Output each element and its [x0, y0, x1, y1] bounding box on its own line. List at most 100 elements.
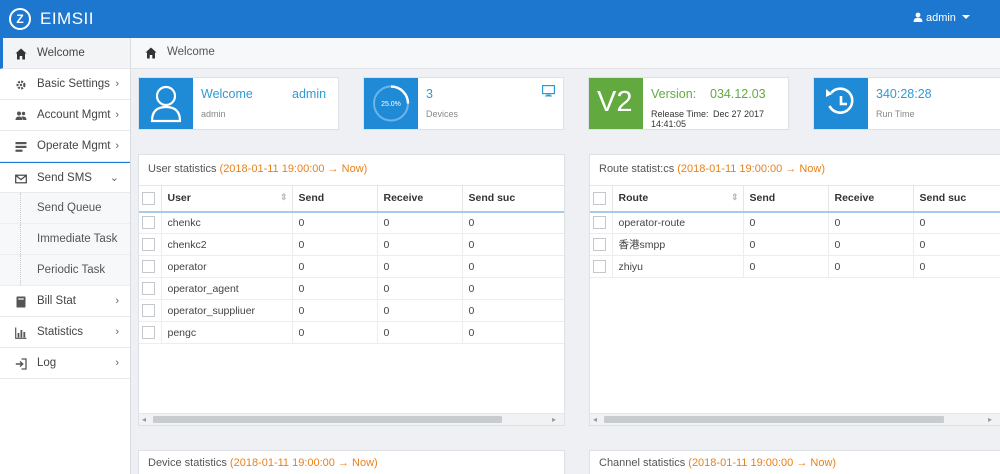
top-bar: Z EIMSII admin: [0, 0, 1000, 38]
select-all-checkbox[interactable]: [139, 185, 161, 213]
scroll-right-icon[interactable]: ▸: [988, 414, 992, 425]
sidebar-item-welcome[interactable]: Welcome: [0, 38, 130, 69]
sidebar-item-log[interactable]: Log ›: [0, 348, 130, 379]
sidebar-item-operate-mgmt[interactable]: Operate Mgmt ›: [0, 131, 130, 162]
sidebar: Welcome Basic Settings › Account Mgmt › …: [0, 38, 131, 474]
table-cell: 0: [827, 255, 913, 278]
table-cell: 0: [742, 233, 828, 256]
table-cell: operator_agent: [160, 277, 292, 300]
table-cell: 0: [376, 321, 462, 344]
row-checkbox[interactable]: [590, 233, 612, 256]
horizontal-scrollbar[interactable]: ◂ ▸: [139, 413, 564, 425]
column-header-receive[interactable]: Receive: [376, 185, 462, 213]
signin-icon: [15, 358, 27, 370]
runtime-label: Run Time: [876, 109, 915, 119]
chevron-right-icon: ›: [115, 295, 119, 307]
users-icon: [15, 111, 27, 120]
row-checkbox[interactable]: [139, 321, 161, 344]
gear-icon: [16, 80, 26, 90]
home-icon[interactable]: [145, 47, 157, 59]
table-cell: chenkc: [160, 211, 292, 234]
table-cell: 0: [291, 299, 377, 322]
scroll-left-icon[interactable]: ◂: [593, 414, 597, 425]
panel-title: Device statistics (2018-01-11 19:00:00 →…: [139, 449, 378, 474]
row-checkbox[interactable]: [139, 277, 161, 300]
table-row[interactable]: operator 0 0 0: [139, 255, 564, 278]
row-checkbox[interactable]: [139, 211, 161, 234]
sidebar-item-statistics[interactable]: Statistics ›: [0, 317, 130, 348]
user-avatar-icon: [139, 78, 193, 129]
sort-icon: ⇕: [730, 192, 739, 203]
user-statistics-table: User ⇕ Send Receive Send suc chenkc 0 0 0 che…: [139, 185, 564, 344]
welcome-card: Welcome admin admin: [138, 77, 339, 130]
sidebar-item-basic-settings[interactable]: Basic Settings ›: [0, 69, 130, 100]
column-header-receive[interactable]: Receive: [827, 185, 913, 213]
column-header-route[interactable]: Route ⇕: [611, 185, 743, 213]
row-checkbox[interactable]: [139, 255, 161, 278]
sidebar-item-bill-stat[interactable]: Bill Stat ›: [0, 286, 130, 317]
scrollbar-thumb[interactable]: [153, 416, 502, 423]
version-badge-text: V2: [597, 86, 633, 118]
table-cell: 0: [291, 233, 377, 256]
monitor-icon[interactable]: [542, 85, 555, 97]
devices-card: 25.0% 3 Devices: [363, 77, 564, 130]
select-all-checkbox[interactable]: [590, 185, 612, 213]
table-cell: 0: [376, 255, 462, 278]
table-row[interactable]: operator-route 0 0 0: [590, 211, 1000, 234]
scroll-right-icon[interactable]: ▸: [552, 414, 556, 425]
sidebar-subitem-send-queue[interactable]: Send Queue: [0, 193, 130, 224]
chevron-down-icon: ⌄: [109, 172, 119, 184]
user-menu[interactable]: admin: [913, 12, 970, 24]
release-time-label: Release Time:: [651, 109, 709, 119]
user-icon: [913, 12, 923, 22]
table-cell: 0: [912, 211, 1000, 234]
table-row[interactable]: chenkc 0 0 0: [139, 211, 564, 234]
table-cell: 0: [742, 255, 828, 278]
table-header-row: Route ⇕ Send Receive Send suc: [590, 185, 1000, 213]
scrollbar-thumb[interactable]: [604, 416, 944, 423]
sidebar-item-label: Basic Settings: [37, 78, 110, 90]
table-row[interactable]: zhiyu 0 0 0: [590, 255, 1000, 278]
chevron-right-icon: ›: [115, 357, 119, 369]
table-row[interactable]: chenkc2 0 0 0: [139, 233, 564, 256]
table-row[interactable]: 香港smpp 0 0 0: [590, 233, 1000, 256]
release-time: 14:41:05: [651, 119, 687, 129]
breadcrumb: Welcome: [131, 38, 1000, 69]
table-row[interactable]: pengc 0 0 0: [139, 321, 564, 344]
panel-title-text: Device statistics: [148, 457, 227, 469]
welcome-subtext: admin: [201, 109, 226, 119]
column-header-send-suc[interactable]: Send suc: [912, 185, 1000, 213]
sidebar-subitem-immediate-task[interactable]: Immediate Task: [0, 224, 130, 255]
sidebar-item-account-mgmt[interactable]: Account Mgmt ›: [0, 100, 130, 131]
route-statistics-table: Route ⇕ Send Receive Send suc operator-ro…: [590, 185, 1000, 278]
row-checkbox[interactable]: [590, 211, 612, 234]
envelope-icon: [15, 174, 27, 184]
date-range: (2018-01-11 19:00:00 → Now): [677, 163, 826, 175]
row-checkbox[interactable]: [139, 299, 161, 322]
horizontal-scrollbar[interactable]: ◂ ▸: [590, 413, 1000, 425]
row-checkbox[interactable]: [139, 233, 161, 256]
table-cell: 0: [376, 299, 462, 322]
table-row[interactable]: operator_agent 0 0 0: [139, 277, 564, 300]
scroll-left-icon[interactable]: ◂: [142, 414, 146, 425]
column-header-user[interactable]: User ⇕: [160, 185, 292, 213]
device-statistics-panel: Device statistics (2018-01-11 19:00:00 →…: [138, 450, 565, 474]
sidebar-item-send-sms[interactable]: Send SMS ⌄: [0, 162, 130, 193]
user-statistics-panel: User statistics (2018-01-11 19:00:00 → N…: [138, 154, 565, 426]
panel-title: Channel statistics (2018-01-11 19:00:00 …: [590, 449, 836, 474]
route-statistics-panel: Route statist:cs (2018-01-11 19:00:00 → …: [589, 154, 1000, 426]
panel-title-text: Route statist:cs: [599, 163, 675, 175]
history-icon: [814, 78, 868, 129]
breadcrumb-current: Welcome: [167, 46, 215, 58]
table-row[interactable]: operator_suppliuer 0 0 0: [139, 299, 564, 322]
version-card: V2 Version: 034.12.03 Release Time: Dec …: [588, 77, 789, 130]
column-header-send-suc[interactable]: Send suc: [461, 185, 564, 213]
table-cell: 0: [291, 277, 377, 300]
sidebar-subitem-periodic-task[interactable]: Periodic Task: [0, 255, 130, 286]
column-header-send[interactable]: Send: [291, 185, 377, 213]
sidebar-item-label: Statistics: [37, 326, 84, 338]
date-range: (2018-01-11 19:00:00 → Now): [688, 457, 837, 469]
column-header-send[interactable]: Send: [742, 185, 828, 213]
sidebar-item-label: Log: [37, 357, 57, 369]
row-checkbox[interactable]: [590, 255, 612, 278]
